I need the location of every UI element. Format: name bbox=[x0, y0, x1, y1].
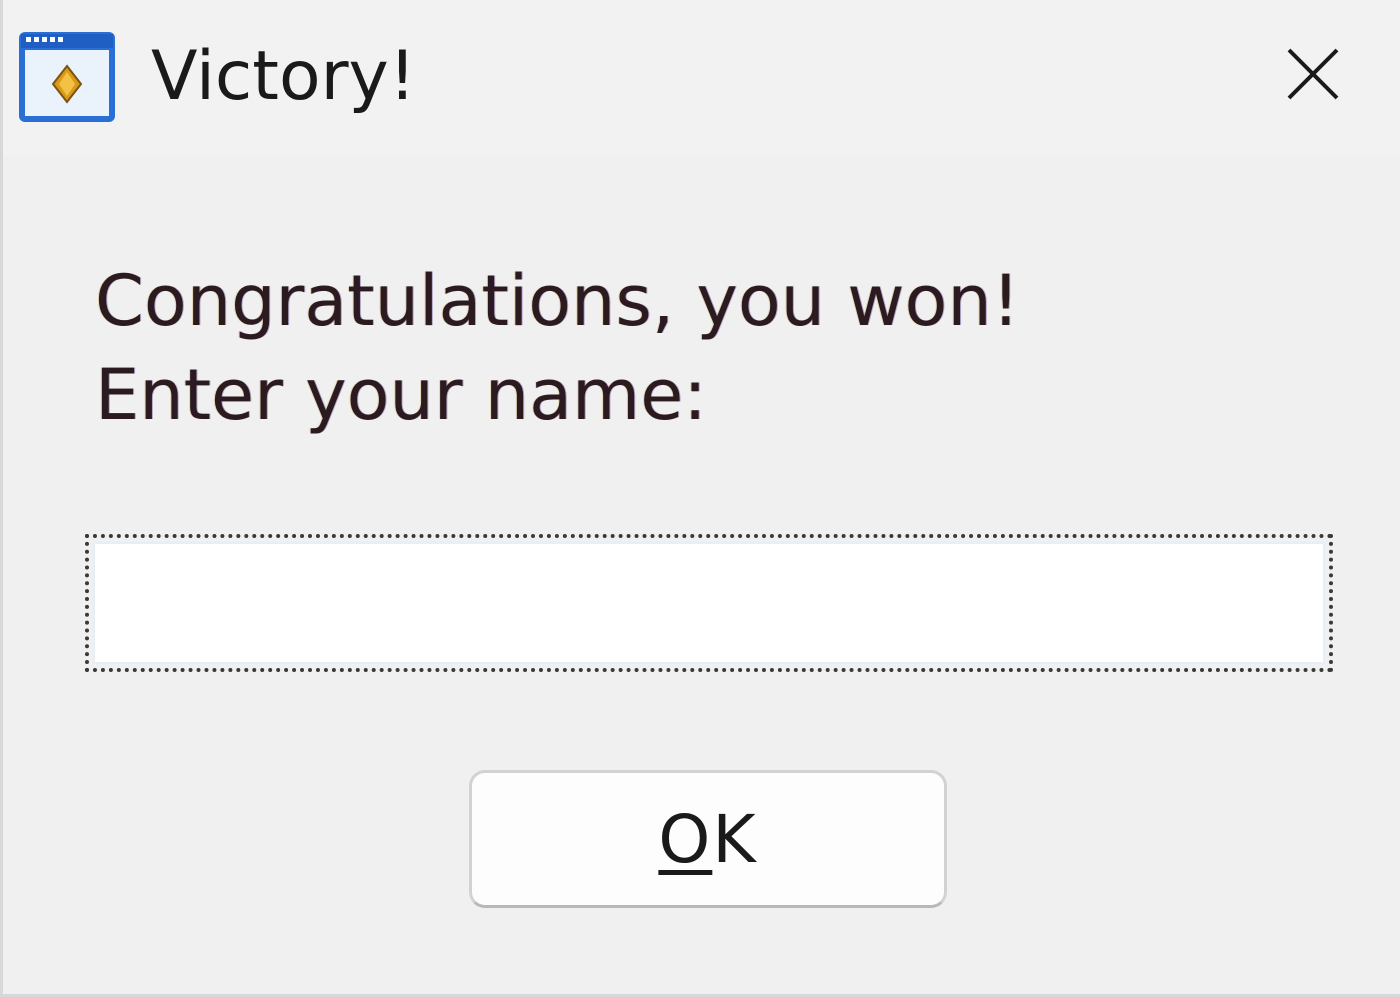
title-bar[interactable]: Victory! bbox=[3, 0, 1400, 156]
congratulations-message: Congratulations, you won! bbox=[95, 260, 1020, 342]
ok-label-rest: K bbox=[712, 800, 758, 878]
ok-mnemonic-letter: O bbox=[658, 800, 713, 878]
enter-name-prompt: Enter your name: bbox=[95, 354, 707, 436]
dialog-window: Victory! Congratulations, you won! Enter… bbox=[0, 0, 1400, 997]
dialog-content: Congratulations, you won! Enter your nam… bbox=[3, 156, 1400, 994]
name-input[interactable] bbox=[93, 542, 1325, 664]
window-title: Victory! bbox=[151, 37, 417, 116]
close-button[interactable] bbox=[1265, 26, 1361, 122]
ok-button-label: OK bbox=[658, 801, 757, 878]
ok-button[interactable]: OK bbox=[469, 770, 947, 908]
name-input-focus-frame bbox=[85, 534, 1333, 672]
close-icon bbox=[1287, 48, 1339, 100]
application-window-icon bbox=[17, 30, 117, 124]
